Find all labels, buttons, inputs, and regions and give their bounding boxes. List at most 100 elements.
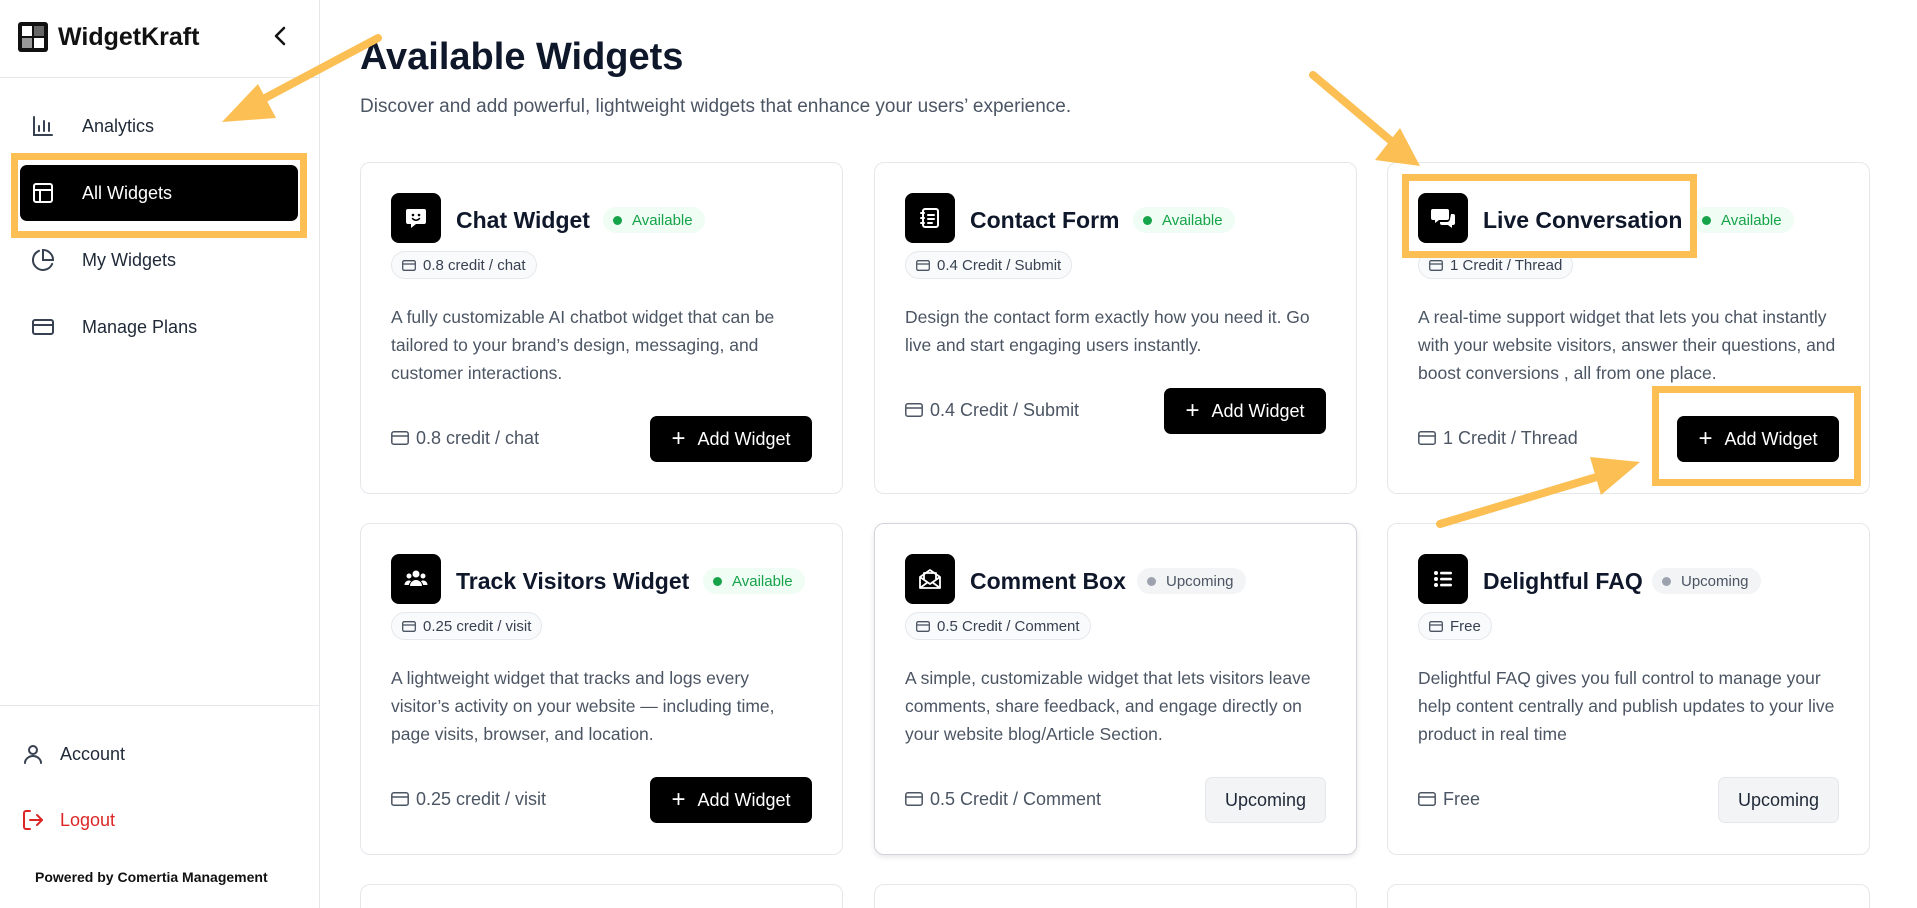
logo-icon bbox=[18, 22, 48, 52]
widget-card-partial bbox=[360, 884, 843, 908]
credit-card-icon bbox=[30, 314, 56, 340]
widget-name: Chat Widget bbox=[456, 207, 590, 233]
credit-card-icon bbox=[391, 431, 409, 445]
credit-card-icon bbox=[916, 620, 930, 632]
chip-label: 0.25 credit / visit bbox=[423, 617, 532, 635]
logout-label: Logout bbox=[60, 809, 116, 830]
highlight-box-all-widgets bbox=[11, 153, 307, 238]
sidebar-item-label: Analytics bbox=[82, 115, 155, 136]
widget-card-contact-form: Contact Form Available 0.4 Credit / Subm… bbox=[874, 162, 1357, 494]
chip-label: 0.5 Credit / Comment bbox=[937, 617, 1080, 635]
status-dot bbox=[1662, 576, 1671, 586]
widget-name: Delightful FAQ bbox=[1483, 568, 1643, 594]
sidebar-item-my-widgets[interactable]: My Widgets bbox=[20, 232, 298, 288]
upcoming-button[interactable]: Upcoming bbox=[1205, 777, 1326, 823]
credit-card-icon bbox=[1418, 792, 1436, 806]
status-badge: Available bbox=[603, 207, 705, 233]
widget-description: A lightweight widget that tracks and log… bbox=[391, 668, 775, 744]
collapse-sidebar-button[interactable] bbox=[266, 22, 294, 50]
contact-book-icon bbox=[905, 193, 955, 243]
chevron-left-icon bbox=[274, 26, 286, 46]
widget-card-comment-box: Comment Box Upcoming 0.5 Credit / Commen… bbox=[874, 523, 1357, 855]
highlight-box-add-widget bbox=[1652, 386, 1861, 486]
status-dot bbox=[1143, 215, 1152, 225]
sidebar-item-manage-plans[interactable]: Manage Plans bbox=[20, 299, 298, 355]
price-text: Free bbox=[1443, 788, 1481, 809]
status-dot bbox=[1702, 215, 1711, 225]
plus-icon: + bbox=[671, 786, 686, 813]
plus-icon: + bbox=[671, 425, 686, 452]
chip-label: Free bbox=[1450, 617, 1481, 635]
add-widget-button[interactable]: + Add Widget bbox=[650, 777, 812, 823]
status-label: Available bbox=[1162, 211, 1223, 229]
sidebar-item-label: Manage Plans bbox=[82, 316, 198, 337]
price-label: 0.25 credit / visit bbox=[391, 786, 546, 812]
sidebar-item-analytics[interactable]: Analytics bbox=[20, 98, 298, 154]
price-chip: 0.8 credit / chat bbox=[391, 251, 537, 279]
widget-description: A fully customizable AI chatbot widget t… bbox=[391, 307, 775, 383]
widget-description: Delightful FAQ gives you full control to… bbox=[1418, 668, 1835, 744]
widget-name: Track Visitors Widget bbox=[456, 568, 690, 594]
divider bbox=[0, 705, 320, 706]
price-text: 0.5 Credit / Comment bbox=[930, 788, 1102, 809]
arrow-icon bbox=[1309, 71, 1420, 166]
chip-label: 1 Credit / Thread bbox=[1450, 256, 1563, 274]
price-label: Free bbox=[1418, 786, 1480, 812]
status-label: Available bbox=[632, 211, 693, 229]
credit-card-icon bbox=[1429, 259, 1443, 271]
highlight-box-live-conversation bbox=[1402, 174, 1697, 258]
sidebar: WidgetKraft Analytics All Widgets My Wid… bbox=[0, 0, 320, 908]
status-badge: Available bbox=[1133, 207, 1235, 233]
widget-card-delightful-faq: Delightful FAQ Upcoming Free Delightful … bbox=[1387, 523, 1870, 855]
upcoming-button[interactable]: Upcoming bbox=[1718, 777, 1839, 823]
app-name: WidgetKraft bbox=[58, 22, 200, 51]
sidebar-item-label: My Widgets bbox=[82, 249, 177, 270]
credit-card-icon bbox=[391, 792, 409, 806]
price-chip: Free bbox=[1418, 612, 1492, 640]
credit-card-icon bbox=[402, 620, 416, 632]
bar-chart-icon bbox=[30, 113, 56, 139]
widget-card-partial bbox=[874, 884, 1357, 908]
button-label: Add Widget bbox=[1211, 400, 1305, 421]
price-text: 0.4 Credit / Submit bbox=[930, 399, 1080, 420]
account-label: Account bbox=[60, 743, 126, 764]
chip-label: 0.8 credit / chat bbox=[423, 256, 526, 274]
logout-button[interactable]: Logout bbox=[20, 802, 115, 838]
credit-card-icon bbox=[1418, 431, 1436, 445]
status-dot bbox=[613, 215, 622, 225]
chat-bot-icon bbox=[391, 193, 441, 243]
chip-label: 0.4 Credit / Submit bbox=[937, 256, 1062, 274]
price-text: 0.25 credit / visit bbox=[416, 788, 547, 809]
plus-icon: + bbox=[1185, 397, 1200, 424]
credit-card-icon bbox=[916, 259, 930, 271]
price-chip: 0.25 credit / visit bbox=[391, 612, 543, 640]
mail-open-icon bbox=[905, 554, 955, 604]
status-dot bbox=[713, 576, 722, 586]
credit-card-icon bbox=[402, 259, 416, 271]
pie-chart-icon bbox=[30, 247, 56, 273]
widget-card-chat: Chat Widget Available 0.8 credit / chat … bbox=[360, 162, 843, 494]
status-label: Upcoming bbox=[1166, 572, 1234, 590]
price-label: 0.4 Credit / Submit bbox=[905, 397, 1079, 423]
credit-card-icon bbox=[905, 792, 923, 806]
status-badge: Available bbox=[703, 568, 805, 594]
add-widget-button[interactable]: + Add Widget bbox=[650, 416, 812, 462]
widget-card-track-visitors: Track Visitors Widget Available 0.25 cre… bbox=[360, 523, 843, 855]
price-label: 0.5 Credit / Comment bbox=[905, 786, 1101, 812]
logout-icon bbox=[20, 807, 46, 833]
account-link[interactable]: Account bbox=[20, 736, 125, 772]
widget-name: Contact Form bbox=[970, 207, 1120, 233]
widget-description: A simple, customizable widget that lets … bbox=[905, 668, 1311, 744]
status-label: Upcoming bbox=[1681, 572, 1749, 590]
add-widget-button[interactable]: + Add Widget bbox=[1164, 388, 1326, 434]
price-text: 1 Credit / Thread bbox=[1443, 427, 1578, 448]
status-dot bbox=[1147, 576, 1156, 586]
credit-card-icon bbox=[1429, 620, 1443, 632]
page-subtitle: Discover and add powerful, lightweight w… bbox=[360, 96, 1072, 117]
brand[interactable]: WidgetKraft bbox=[18, 20, 199, 54]
button-label: Add Widget bbox=[697, 428, 791, 449]
price-text: 0.8 credit / chat bbox=[416, 427, 540, 448]
widget-description: A real-time support widget that lets you… bbox=[1418, 307, 1836, 383]
price-label: 0.8 credit / chat bbox=[391, 425, 539, 451]
status-label: Available bbox=[1721, 211, 1782, 229]
